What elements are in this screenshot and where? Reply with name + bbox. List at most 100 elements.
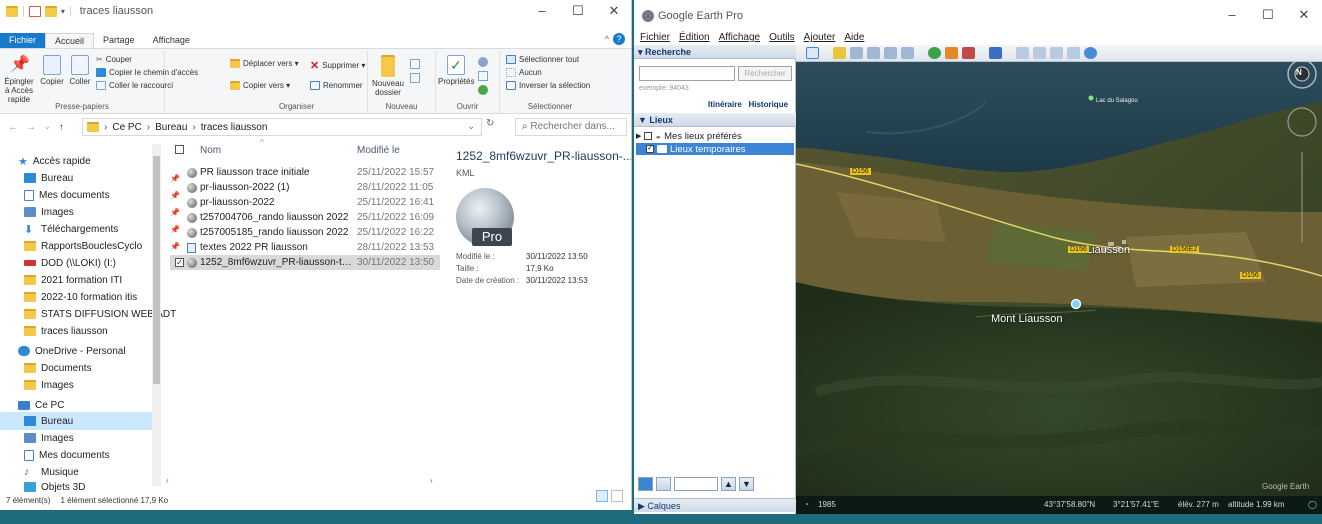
file-list-hscrollbar[interactable]: ‹ › bbox=[160, 476, 440, 486]
file-row[interactable]: pr-liausson-2022 25/11/2022 16:41 bbox=[170, 195, 440, 210]
minimize-button[interactable]: – bbox=[524, 0, 560, 22]
paste-button[interactable]: Coller bbox=[67, 55, 93, 86]
sidebar-item-2022-formation[interactable]: 2022-10 formation itis bbox=[24, 288, 137, 306]
menu-ajouter[interactable]: Ajouter bbox=[804, 32, 836, 45]
print-icon[interactable] bbox=[1033, 47, 1046, 59]
earth-search-input[interactable] bbox=[639, 66, 735, 81]
pin-quick-access-button[interactable]: 📌 Épingler à Accès rapide bbox=[2, 55, 36, 104]
copy-button[interactable]: Copier bbox=[38, 55, 66, 86]
copy-path-button[interactable]: Copier le chemin d'accès bbox=[96, 68, 198, 77]
maximize-button[interactable]: ☐ bbox=[560, 0, 596, 22]
sidebar-item-ce-pc-images[interactable]: Images bbox=[24, 429, 74, 447]
sidebar-item-rapports[interactable]: RapportsBouclesCyclo 📌 bbox=[24, 237, 180, 255]
polygon-icon[interactable] bbox=[850, 47, 863, 59]
sidebar-item-ce-pc-documents[interactable]: Mes documents bbox=[24, 446, 110, 464]
move-to-button[interactable]: Déplacer vers ▾ bbox=[230, 59, 299, 68]
sidebar-toggle-icon[interactable] bbox=[656, 477, 671, 491]
save-image-icon[interactable] bbox=[1050, 47, 1063, 59]
historical-imagery-clock-icon[interactable]: ◔ bbox=[804, 500, 809, 509]
places-panel-header[interactable]: ▼ Lieux bbox=[634, 113, 796, 127]
expand-arrow-icon[interactable]: ▶ bbox=[636, 132, 641, 140]
select-all-button[interactable]: Sélectionner tout bbox=[506, 55, 579, 64]
historical-imagery-icon[interactable] bbox=[928, 47, 941, 59]
email-icon[interactable] bbox=[1016, 47, 1029, 59]
cut-button[interactable]: ✂ Couper bbox=[96, 55, 132, 64]
earth-studio-icon[interactable] bbox=[1084, 47, 1097, 59]
up-arrow-icon[interactable]: ↑ bbox=[59, 122, 64, 133]
search-panel-header[interactable]: ▾ Recherche bbox=[634, 45, 796, 59]
sidebar-item-2021-formation[interactable]: 2021 formation ITI bbox=[24, 271, 122, 289]
places-item-temporary[interactable]: ✓ Lieux temporaires bbox=[636, 143, 794, 155]
easy-access-icon[interactable] bbox=[410, 73, 420, 83]
breadcrumb-traces-liausson[interactable]: traces liausson bbox=[201, 122, 268, 133]
sidebar-scrollbar[interactable] bbox=[152, 144, 161, 486]
open-icon[interactable] bbox=[478, 57, 488, 67]
new-item-icon[interactable] bbox=[410, 59, 420, 69]
tab-affichage[interactable]: Affichage bbox=[144, 33, 199, 48]
properties-quick-icon[interactable] bbox=[28, 5, 41, 17]
earth-maximize-button[interactable]: ☐ bbox=[1250, 4, 1286, 26]
menu-edition[interactable]: Édition bbox=[679, 32, 710, 45]
invert-selection-button[interactable]: Inverser la sélection bbox=[506, 81, 590, 90]
places-item-favorites[interactable]: ▶ ◒ Mes lieux préférés bbox=[636, 130, 742, 142]
sidebar-item-dod-drive[interactable]: DOD (\\LOKI) (I:)📌 bbox=[24, 254, 180, 272]
sidebar-item-onedrive-images[interactable]: Images bbox=[24, 376, 74, 394]
sidebar-item-images[interactable]: Images 📌 bbox=[24, 203, 180, 221]
file-row[interactable]: pr-liausson-2022 (1) 28/11/2022 11:05 bbox=[170, 180, 440, 195]
refresh-icon[interactable]: ↻ bbox=[486, 118, 494, 129]
path-icon[interactable] bbox=[867, 47, 880, 59]
panel-filter-input[interactable] bbox=[674, 477, 718, 491]
large-icons-view-icon[interactable] bbox=[611, 490, 623, 502]
sidebar-item-ce-pc-bureau[interactable]: Bureau bbox=[0, 412, 160, 430]
temporary-checkbox[interactable]: ✓ bbox=[646, 145, 654, 153]
map-view[interactable]: N Lac du Salagou Liausson Mont Liausson … bbox=[796, 62, 1322, 496]
history-link[interactable]: Historique bbox=[748, 100, 788, 109]
move-down-icon[interactable]: ▼ bbox=[739, 477, 754, 491]
sidebar-item-mes-documents[interactable]: Mes documents 📌 bbox=[24, 186, 180, 204]
hide-sidebar-icon[interactable] bbox=[806, 47, 819, 59]
breadcrumb-ce-pc[interactable]: Ce PC bbox=[112, 122, 141, 133]
menu-affichage[interactable]: Affichage bbox=[719, 32, 761, 45]
sidebar-item-quick-access[interactable]: ★ Accès rapide bbox=[18, 152, 91, 170]
sidebar-item-traces-liausson[interactable]: traces liausson bbox=[24, 322, 108, 340]
recent-locations-icon[interactable]: ⌄ bbox=[44, 122, 51, 133]
record-tour-icon[interactable] bbox=[901, 47, 914, 59]
file-row[interactable]: textes 2022 PR liausson 28/11/2022 13:53 bbox=[170, 240, 440, 255]
edit-icon[interactable] bbox=[478, 71, 488, 81]
collapse-ribbon-icon[interactable]: ^ bbox=[605, 34, 609, 44]
back-arrow-icon[interactable]: ← bbox=[8, 122, 18, 133]
new-folder-button[interactable]: Nouveau dossier bbox=[370, 55, 406, 97]
select-none-button[interactable]: Aucun bbox=[506, 68, 542, 77]
forward-arrow-icon[interactable]: → bbox=[26, 122, 36, 133]
column-modified[interactable]: Modifié le bbox=[357, 145, 400, 156]
menu-aide[interactable]: Aide bbox=[844, 32, 864, 45]
tab-partage[interactable]: Partage bbox=[94, 33, 144, 48]
image-overlay-icon[interactable] bbox=[884, 47, 897, 59]
properties-button[interactable]: ✓ Propriétés bbox=[438, 55, 474, 86]
file-row[interactable]: t257004706_rando liausson 2022 25/11/202… bbox=[170, 210, 440, 225]
earth-minimize-button[interactable]: – bbox=[1214, 4, 1250, 26]
copy-to-button[interactable]: Copier vers ▾ bbox=[230, 81, 290, 90]
move-up-icon[interactable]: ▲ bbox=[721, 477, 736, 491]
lake-marker-icon[interactable] bbox=[1088, 95, 1094, 101]
placemark-icon[interactable] bbox=[833, 47, 846, 59]
row-checkbox[interactable]: ✓ bbox=[175, 258, 184, 267]
summit-marker-icon[interactable] bbox=[1070, 298, 1082, 310]
customize-quick-access-icon[interactable]: ▾ bbox=[61, 7, 65, 16]
address-dropdown-icon[interactable]: ⌄ bbox=[467, 121, 475, 132]
file-row-selected[interactable]: ✓ 1252_8mf6wzuvr_PR-liausson-trace... 30… bbox=[170, 255, 440, 270]
close-button[interactable]: ✕ bbox=[596, 0, 631, 22]
history-icon[interactable] bbox=[478, 85, 488, 95]
favorites-checkbox[interactable] bbox=[644, 132, 653, 140]
search-input[interactable]: ⌕ Rechercher dans... bbox=[515, 118, 627, 136]
search-panel-toggle-icon[interactable] bbox=[638, 477, 653, 491]
column-name[interactable]: Nom bbox=[200, 145, 221, 156]
paste-shortcut-button[interactable]: Coller le raccourci bbox=[96, 81, 173, 90]
satellite-imagery[interactable] bbox=[796, 62, 1322, 496]
sunlight-icon[interactable] bbox=[945, 47, 958, 59]
file-row[interactable]: t257005185_rando liausson 2022 25/11/202… bbox=[170, 225, 440, 240]
address-bar[interactable]: › Ce PC › Bureau › traces liausson ⌄ bbox=[82, 118, 482, 136]
earth-close-button[interactable]: ✕ bbox=[1286, 4, 1322, 26]
breadcrumb-bureau[interactable]: Bureau bbox=[155, 122, 187, 133]
itinerary-link[interactable]: Itinéraire bbox=[708, 100, 742, 109]
